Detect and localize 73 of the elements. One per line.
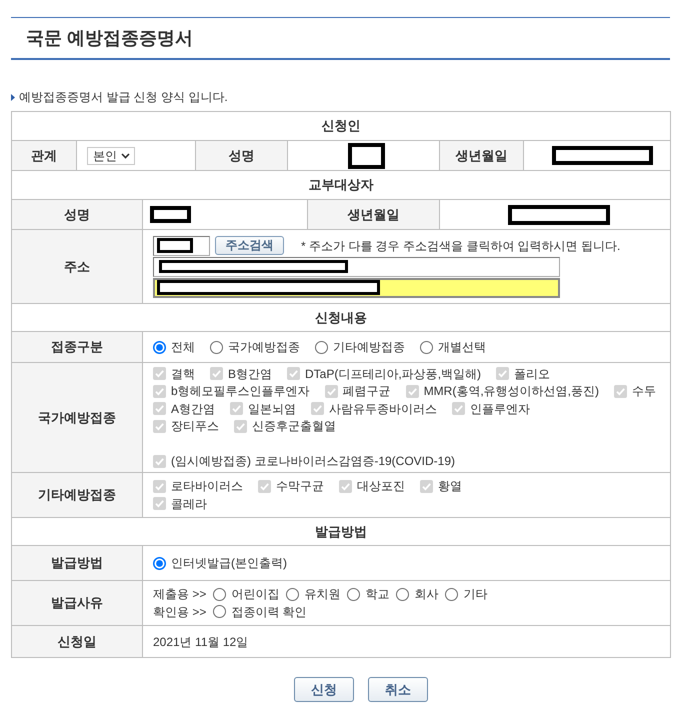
- option-label: (임시예방접종) 코로나바이러스감염증-19(COVID-19): [171, 453, 456, 470]
- radio-button[interactable]: [153, 556, 166, 570]
- option-label: 인터넷발급(본인출력): [171, 555, 287, 571]
- field-label: 접종구분: [12, 332, 142, 362]
- section-heading: 신청내용: [12, 304, 670, 332]
- field-label: 관계: [12, 140, 76, 170]
- option-label: 전체: [171, 339, 195, 355]
- address-note: * 주소가 다를 경우 주소검색을 클릭하여 입력하시면 됩니다.: [301, 238, 620, 254]
- option-label: 수두: [632, 383, 656, 400]
- option-label: B형간염: [228, 366, 272, 382]
- option-label: 로타바이러스: [171, 478, 243, 494]
- option-label: 접종이력 확인: [231, 604, 307, 620]
- address-field[interactable]: [153, 256, 560, 276]
- field-label: 성명: [196, 140, 288, 170]
- option-label: 국가예방접종: [228, 339, 300, 355]
- submit-button[interactable]: 신청: [294, 677, 354, 702]
- option-label: 수막구균: [276, 478, 324, 494]
- radio-button[interactable]: [286, 588, 300, 601]
- option-label: 기타예방접종: [333, 339, 405, 355]
- radio-button[interactable]: [213, 588, 226, 601]
- option-label: 기타: [463, 586, 488, 602]
- radio-button[interactable]: [153, 340, 166, 354]
- option-label: A형간염: [171, 400, 216, 417]
- option-label: 개별선택: [438, 339, 486, 355]
- section-heading: 발급방법: [12, 518, 670, 546]
- group-label: 확인용 >>: [153, 604, 206, 620]
- option-label: MMR(홍역,유행성이하선염,풍진): [424, 383, 600, 400]
- radio-button[interactable]: [420, 340, 433, 354]
- option-label: 신증후군출혈열: [252, 418, 336, 434]
- option-label: 회사: [414, 586, 438, 602]
- field-label: 주소: [12, 230, 142, 304]
- radio-button[interactable]: [315, 340, 328, 354]
- option-label: DTaP(디프테리아,파상풍,백일해): [305, 366, 482, 382]
- option-label: 결핵: [171, 366, 195, 382]
- field-label: 생년월일: [308, 200, 440, 230]
- option-label: 콜레라: [171, 496, 207, 512]
- option-label: 유치원: [304, 586, 340, 602]
- intro-text: 예방접종증명서 발급 신청 양식 입니다.: [19, 90, 228, 104]
- option-label: 장티푸스: [171, 418, 219, 434]
- chevron-down-icon: [121, 152, 130, 158]
- option-label: 폴리오: [514, 366, 550, 382]
- relation-select[interactable]: 본인: [87, 146, 135, 164]
- option-label: b형헤모필루스인플루엔자: [171, 383, 310, 400]
- radio-button[interactable]: [396, 588, 410, 601]
- radio-button[interactable]: [347, 588, 360, 601]
- zip-code-field[interactable]: [153, 236, 210, 256]
- field-label: 생년월일: [440, 140, 524, 170]
- option-label: 대상포진: [357, 478, 405, 494]
- radio-button[interactable]: [445, 588, 458, 601]
- address-field[interactable]: [153, 278, 560, 298]
- option-label: 어린이집: [231, 586, 280, 602]
- group-label: 제출용 >>: [153, 586, 206, 602]
- page-title: 국문 예방접종증명서: [26, 27, 194, 49]
- option-label: 폐렴구균: [342, 383, 391, 400]
- application-date: 2021년 11월 12일: [153, 634, 248, 648]
- field-label: 발급사유: [12, 580, 142, 626]
- field-label: 기타예방접종: [12, 472, 142, 518]
- radio-button[interactable]: [210, 340, 223, 354]
- bullet-icon: [11, 94, 15, 100]
- radio-button[interactable]: [213, 605, 226, 618]
- field-label: 발급방법: [12, 546, 142, 580]
- option-label: 황열: [438, 478, 462, 494]
- option-label: 인플루엔자: [470, 400, 530, 417]
- option-label: 일본뇌염: [248, 400, 296, 417]
- field-label: 신청일: [12, 626, 142, 658]
- field-label: 국가예방접종: [12, 362, 142, 472]
- option-label: 학교: [365, 586, 390, 602]
- field-label: 성명: [12, 200, 142, 230]
- section-heading: 교부대상자: [12, 170, 670, 200]
- address-search-button[interactable]: 주소검색: [215, 236, 284, 255]
- option-label: 사람유두종바이러스: [329, 400, 438, 417]
- cancel-button[interactable]: 취소: [368, 677, 428, 702]
- section-heading: 신청인: [12, 112, 670, 140]
